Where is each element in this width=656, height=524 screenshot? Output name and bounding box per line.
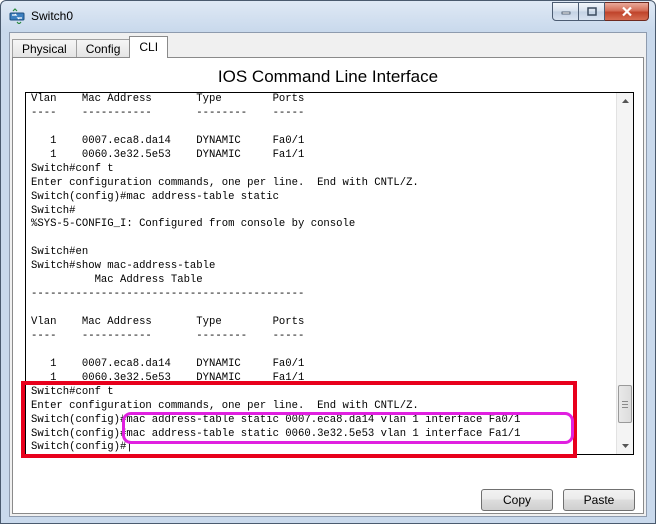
cli-heading: IOS Command Line Interface [217,67,439,86]
tab-physical[interactable]: Physical [12,39,77,58]
terminal-line: 1 0007.eca8.da14 DYNAMIC Fa0/1 [31,134,305,147]
cli-panel: IOS Command Line Interface Vlan Mac Addr… [12,57,644,514]
terminal-line: Mac Address Table [31,274,203,287]
tab-config[interactable]: Config [75,39,131,58]
terminal-line: Switch(config)#| [31,441,133,454]
maximize-button[interactable] [579,2,605,21]
terminal-console[interactable]: Vlan Mac Address Type Ports ---- --------… [25,92,634,455]
terminal-line: Switch# [31,204,76,217]
terminal-line: ---- ----------- -------- ----- [31,329,305,342]
terminal-line: Vlan Mac Address Type Ports [31,316,305,328]
terminal-line: Switch#conf t [31,162,114,175]
window-client: Physical Config CLI IOS Command Line Int… [9,32,647,517]
terminal-line: Switch#conf t [31,385,114,398]
terminal-line: Enter configuration commands, one per li… [31,399,419,412]
terminal-line: ---- ----------- -------- ----- [31,106,305,119]
close-icon [621,6,632,17]
window-title: Switch0 [31,9,74,23]
minimize-button[interactable] [552,2,579,21]
terminal-line: Vlan Mac Address Type Ports [31,93,305,105]
terminal-line: Switch#show mac-address-table [31,260,216,273]
switch-device-icon [9,8,25,24]
terminal-scrollbar[interactable] [616,93,633,454]
terminal-line: Switch#en [31,246,89,259]
app-window: Switch0 Physical Config CLI IOS Command … [0,0,656,524]
terminal-line: Switch(config)#mac address-table static … [31,427,521,440]
terminal-line: Enter configuration commands, one per li… [31,176,419,189]
tab-bar: Physical Config CLI [12,36,169,58]
scroll-down-button[interactable] [617,438,633,454]
terminal-line: Switch(config)#mac address-table static … [31,413,521,426]
copy-button[interactable]: Copy [481,489,553,511]
terminal-line: Switch(config)#mac address-table static [31,190,279,203]
terminal-line: %SYS-5-CONFIG_I: Configured from console… [31,218,356,231]
minimize-icon [561,11,570,14]
window-controls [552,2,649,21]
close-button[interactable] [605,2,649,21]
scroll-down-icon [621,444,629,448]
terminal-output[interactable]: Vlan Mac Address Type Ports ---- --------… [31,93,611,454]
terminal-line: 1 0060.3e32.5e53 DYNAMIC Fa1/1 [31,148,305,161]
maximize-icon [586,7,597,16]
scroll-thumb[interactable] [618,385,632,424]
scroll-up-button[interactable] [617,93,633,109]
tab-cli[interactable]: CLI [129,36,169,58]
terminal-line: ----------------------------------------… [31,288,305,301]
terminal-line: 1 0007.eca8.da14 DYNAMIC Fa0/1 [31,357,305,370]
title-bar[interactable]: Switch0 [1,1,655,31]
terminal-line: 1 0060.3e32.5e53 DYNAMIC Fa1/1 [31,371,305,384]
paste-button[interactable]: Paste [563,489,635,511]
grip-icon [622,400,628,408]
scroll-up-icon [621,99,629,103]
